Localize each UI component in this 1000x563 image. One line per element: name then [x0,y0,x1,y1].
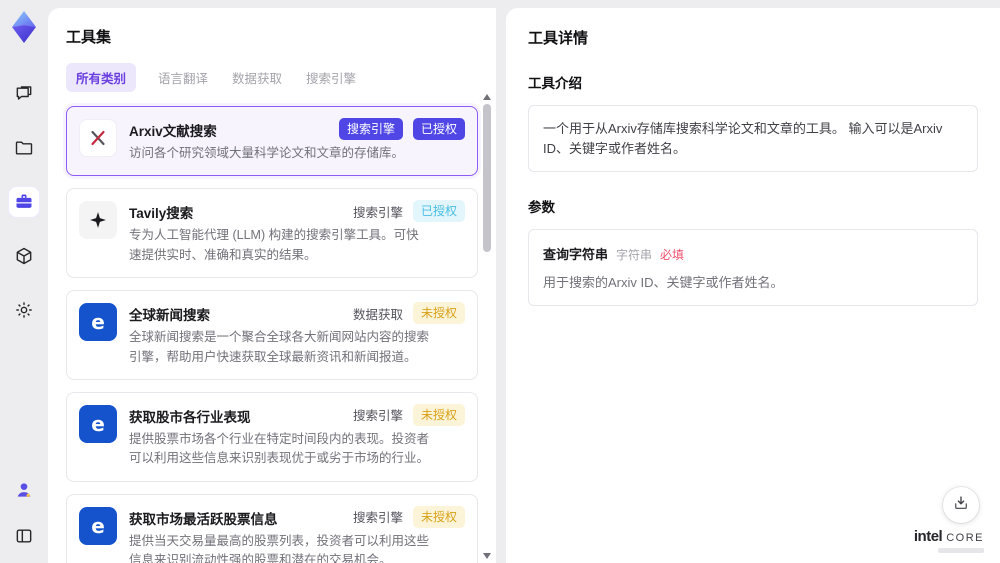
category-label: 搜索引擎 [352,205,403,220]
toolbox-icon [14,192,34,212]
core-wordmark: CORE [946,532,984,544]
tool-card-global-news[interactable]: e 全球新闻搜索 全球新闻搜索是一个聚合全球各大新闻网站内容的搜索引擎，帮助用户… [66,290,478,380]
badges: 数据获取 未授权 [352,302,465,325]
auth-status-badge: 未授权 [412,302,465,325]
param-item: 查询字符串 字符串 必填 用于搜索的Arxiv ID、关键字或作者姓名。 [528,229,978,306]
rail-nav [9,79,39,325]
tavily-star-icon [79,201,117,240]
intel-core-logo: intel CORE [914,528,984,553]
left-rail [0,0,48,563]
folder-icon [14,138,34,158]
sidebar-item-account[interactable] [9,475,39,505]
tool-description: 全球新闻搜索是一个聚合全球各大新闻网站内容的搜索引擎，帮助用户快速获取全球最新资… [129,330,430,364]
panel-toggle-icon [14,526,34,546]
sidebar-item-collapse[interactable] [9,521,39,551]
param-head: 查询字符串 字符串 必填 [543,244,963,263]
tab-search-engine[interactable]: 搜索引擎 [304,63,358,92]
param-description: 用于搜索的Arxiv ID、关键字或作者姓名。 [543,275,784,290]
params-heading: 参数 [528,200,555,215]
tool-card-tavily[interactable]: Tavily搜索 专为人工智能代理 (LLM) 构建的搜索引擎工具。可快速提供实… [66,188,478,279]
tab-translation[interactable]: 语言翻译 [156,63,210,92]
e-glyph: e [91,411,105,436]
auth-status-badge: 未授权 [412,505,465,528]
list-scrollbar[interactable] [482,94,492,559]
tab-all-categories[interactable]: 所有类别 [66,63,137,92]
tool-description: 提供股票市场各个行业在特定时间段内的表现。投资者可以利用这些信息来识别表现优于或… [129,431,430,466]
tool-card-arxiv[interactable]: Arxiv文献搜索 访问各个研究领域大量科学论文和文章的存储库。 搜索引擎 已授… [66,106,478,177]
param-type: 字符串 [616,248,653,262]
badges: 搜索引擎 已授权 [352,200,465,223]
e-glyph: e [91,513,105,538]
tab-data-fetch[interactable]: 数据获取 [230,63,284,92]
sidebar-item-tools[interactable] [9,187,39,217]
gear-icon [14,300,34,320]
tool-description: 提供当天交易量最高的股票列表，投资者可以利用这些信息来识别流动性强的股票和潜在的… [129,533,430,563]
intro-heading: 工具介绍 [528,76,582,91]
category-label: 搜索引擎 [352,511,403,526]
sidebar-item-chat[interactable] [9,79,39,109]
scroll-up-arrow[interactable] [483,94,491,100]
e-glyph: e [91,310,105,335]
tool-description: 访问各个研究领域大量科学论文和文章的存储库。 [129,146,405,160]
tool-description: 专为人工智能代理 (LLM) 构建的搜索引擎工具。可快速提供实时、准确和真实的结… [129,228,419,262]
app-root: 工具集 所有类别 语言翻译 数据获取 搜索引擎 Arxiv文献搜索 访问各个研究… [0,0,1000,563]
blue-e-logo-icon: e [79,303,117,342]
scroll-down-arrow[interactable] [483,553,491,559]
chat-icon [14,84,34,104]
auth-status-badge: 已授权 [412,118,465,140]
cube-icon [14,246,34,266]
detail-title: 工具详情 [528,30,589,47]
param-required-flag: 必填 [660,248,685,262]
scrollbar-thumb[interactable] [483,104,491,252]
blue-e-logo-icon: e [79,506,117,545]
tool-card-list: Arxiv文献搜索 访问各个研究领域大量科学论文和文章的存储库。 搜索引擎 已授… [66,106,478,563]
arxiv-logo-icon [79,119,117,157]
param-name: 查询字符串 [543,247,609,262]
sidebar-item-packages[interactable] [9,241,39,271]
auth-status-badge: 未授权 [412,403,465,426]
app-logo-icon [7,9,41,45]
user-icon [14,480,34,500]
tool-list-panel: 工具集 所有类别 语言翻译 数据获取 搜索引擎 Arxiv文献搜索 访问各个研究… [48,8,496,563]
blue-e-logo-icon: e [79,404,117,443]
page-title: 工具集 [66,29,112,46]
intel-wordmark: intel [913,528,943,545]
auth-status-badge: 已授权 [412,200,465,223]
category-label: 数据获取 [352,307,403,322]
intro-text-box: 一个用于从Arxiv存储库搜索科学论文和文章的工具。 输入可以是Arxiv ID… [528,105,978,172]
badges: 搜索引擎 未授权 [352,403,465,426]
category-label: 搜索引擎 [352,409,403,424]
download-icon [952,494,970,517]
tool-card-active-stocks[interactable]: e 获取市场最活跃股票信息 提供当天交易量最高的股票列表，投资者可以利用这些信息… [66,493,478,563]
intel-logo-subbar [938,548,984,553]
main-area: 工具集 所有类别 语言翻译 数据获取 搜索引擎 Arxiv文献搜索 访问各个研究… [48,0,1000,563]
category-tabs: 所有类别 语言翻译 数据获取 搜索引擎 [66,63,496,92]
badges: 搜索引擎 未授权 [352,505,465,528]
sidebar-item-settings[interactable] [9,295,39,325]
category-badge: 搜索引擎 [338,118,403,140]
tool-card-sector-performance[interactable]: e 获取股市各行业表现 提供股票市场各个行业在特定时间段内的表现。投资者可以利用… [66,391,478,482]
tool-detail-panel: 工具详情 工具介绍 一个用于从Arxiv存储库搜索科学论文和文章的工具。 输入可… [506,8,1000,563]
badges: 搜索引擎 已授权 [338,118,465,140]
sidebar-item-files[interactable] [9,133,39,163]
download-button[interactable] [943,487,979,523]
rail-bottom [9,475,39,551]
